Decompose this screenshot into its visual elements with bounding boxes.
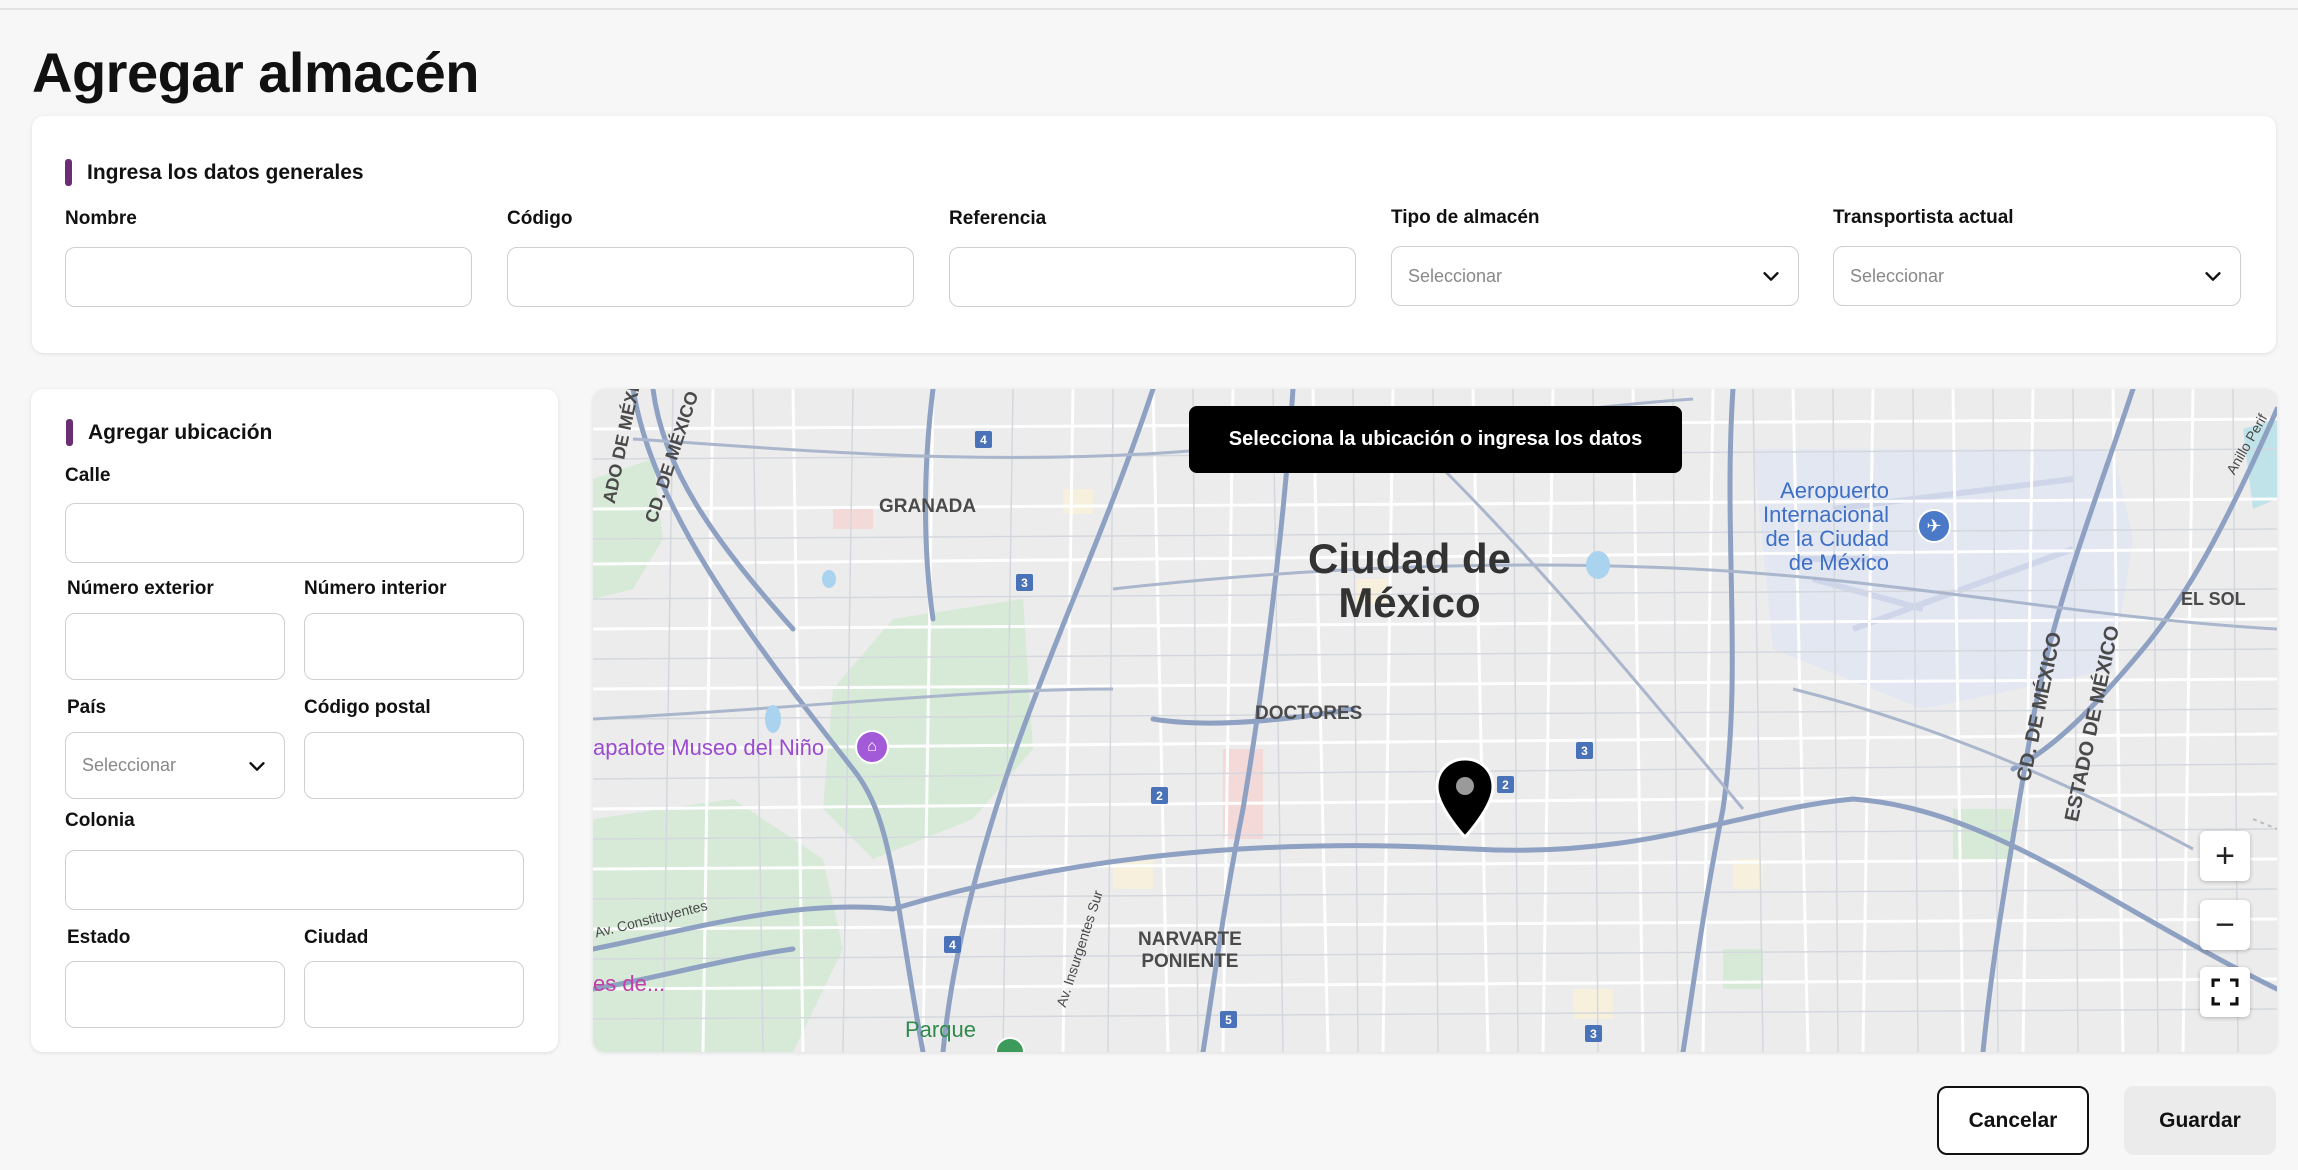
map-label-granada: GRANADA: [879, 496, 977, 517]
airplane-icon: ✈: [1917, 509, 1951, 543]
tipo-almacen-label: Tipo de almacén: [1391, 207, 1540, 228]
calle-label: Calle: [65, 465, 111, 486]
page-title: Agregar almacén: [32, 41, 479, 104]
zoom-out-button[interactable]: −: [2200, 900, 2250, 950]
map-label-city-line2: México: [1338, 579, 1481, 626]
pais-label: País: [67, 697, 107, 718]
map-label-narvarte-line2: PONIENTE: [1141, 951, 1239, 972]
location-section-header: Agregar ubicación: [66, 419, 272, 446]
chevron-down-icon: [2205, 272, 2221, 281]
codigo-label: Código: [507, 208, 573, 229]
map-label-narvarte: NARVARTE PONIENTE: [1138, 929, 1242, 973]
transportista-label: Transportista actual: [1833, 207, 2014, 228]
tipo-almacen-value: Seleccionar: [1408, 265, 1503, 286]
transportista-value: Seleccionar: [1850, 265, 1945, 286]
chevron-down-icon: [249, 761, 265, 771]
ciudad-input[interactable]: [304, 961, 524, 1028]
location-section-title: Agregar ubicación: [88, 420, 273, 444]
transportista-select[interactable]: Seleccionar: [1833, 246, 2241, 306]
map-label-narvarte-line1: NARVARTE: [1138, 929, 1242, 950]
map-label-city: Ciudad de México: [1308, 537, 1511, 625]
map-label-parque: Parque: [905, 1017, 976, 1042]
highway-shield: 5: [1220, 1011, 1237, 1028]
map-label-airport-line1: Aeropuerto: [1780, 478, 1889, 503]
zoom-in-button[interactable]: +: [2200, 831, 2250, 881]
map-label-airport-line2: Internacional: [1763, 502, 1889, 527]
pais-value: Seleccionar: [82, 755, 177, 775]
num-interior-label: Número interior: [304, 578, 447, 599]
museum-icon: ⌂: [855, 730, 889, 764]
highway-shield: 3: [1585, 1025, 1602, 1042]
map-label-city-line1: Ciudad de: [1308, 535, 1512, 582]
num-exterior-input[interactable]: [65, 613, 285, 680]
top-divider: [0, 8, 2298, 10]
general-data-card: Ingresa los datos generales Nombre Códig…: [32, 116, 2276, 353]
map-label-airport-line4: de México: [1788, 550, 1889, 575]
nombre-input[interactable]: [65, 247, 472, 307]
nombre-label: Nombre: [65, 208, 137, 229]
chevron-down-icon: [1763, 272, 1779, 281]
ciudad-label: Ciudad: [304, 927, 369, 948]
codigo-postal-input[interactable]: [304, 732, 524, 799]
section-accent-bar: [65, 159, 72, 186]
highway-shield: 4: [975, 431, 992, 448]
fullscreen-button[interactable]: [2200, 967, 2250, 1017]
map-instruction-banner: Selecciona la ubicación o ingresa los da…: [1189, 406, 1682, 473]
colonia-label: Colonia: [65, 810, 135, 831]
estado-label: Estado: [67, 927, 131, 948]
map-label-airport-line3: de la Ciudad: [1765, 526, 1889, 551]
location-map[interactable]: 4 3 2 4 5 3 3 2 Ciudad de México GRANADA…: [593, 389, 2277, 1052]
estado-input[interactable]: [65, 961, 285, 1028]
map-label-doctores: DOCTORES: [1255, 703, 1363, 724]
tipo-almacen-select[interactable]: Seleccionar: [1391, 246, 1799, 306]
highway-shield: 2: [1497, 776, 1514, 793]
map-label-airport: Aeropuerto Internacional de la Ciudad de…: [1763, 479, 1889, 575]
save-button[interactable]: Guardar: [2124, 1086, 2276, 1155]
num-interior-input[interactable]: [304, 613, 524, 680]
highway-shield: 3: [1576, 742, 1593, 759]
map-label-el-sol: EL SOL: [2181, 589, 2246, 609]
referencia-label: Referencia: [949, 208, 1047, 229]
pais-select[interactable]: Seleccionar: [65, 732, 285, 799]
map-label-museo: apalote Museo del Niño: [593, 735, 825, 760]
general-section-header: Ingresa los datos generales: [65, 159, 364, 186]
num-exterior-label: Número exterior: [67, 578, 214, 599]
location-pin-icon[interactable]: [1433, 757, 1497, 841]
colonia-input[interactable]: [65, 850, 524, 910]
general-section-title: Ingresa los datos generales: [87, 160, 364, 184]
codigo-input[interactable]: [507, 247, 914, 307]
section-accent-bar: [66, 419, 73, 446]
calle-input[interactable]: [65, 503, 524, 563]
highway-shield: 3: [1016, 574, 1033, 591]
fullscreen-icon: [2211, 978, 2239, 1006]
highway-shield: 2: [1151, 787, 1168, 804]
location-card: Agregar ubicación Calle Número exterior …: [31, 389, 558, 1052]
referencia-input[interactable]: [949, 247, 1356, 307]
highway-shield: 4: [944, 936, 961, 953]
map-label-es-de: es de...: [593, 971, 666, 996]
codigo-postal-label: Código postal: [304, 697, 431, 718]
cancel-button[interactable]: Cancelar: [1937, 1086, 2089, 1155]
